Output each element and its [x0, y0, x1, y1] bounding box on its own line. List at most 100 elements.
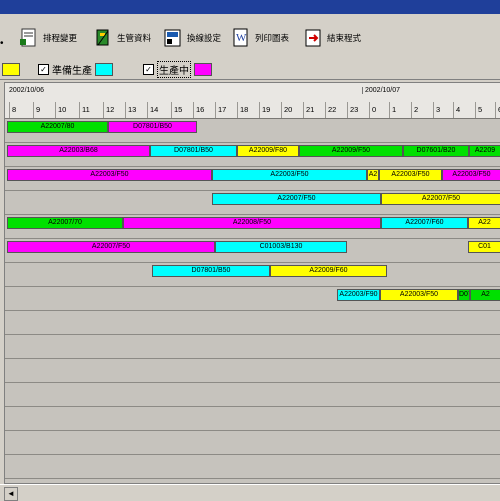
machine-row: A22003/F90A22003/F50D07A2 — [5, 286, 500, 311]
machine-row — [5, 430, 500, 455]
changeover-settings-label: 換線設定 — [187, 33, 222, 43]
changeover-settings-button[interactable]: 換線設定 — [158, 22, 226, 54]
producing-checkbox[interactable]: ✓ — [143, 63, 154, 75]
job-bar[interactable]: A22009/F80 — [237, 145, 299, 157]
svg-text:W: W — [236, 32, 247, 44]
production-data-label: 生管資料 — [117, 33, 152, 43]
job-bar[interactable]: A22009/F60 — [270, 265, 387, 277]
machine-row: A22007/80 D07801/B50 — [5, 118, 500, 143]
job-bar[interactable]: A2209 — [469, 145, 500, 157]
toolbar-grip: • — [0, 38, 4, 49]
legend-item-producing[interactable]: ✓ 生產中 — [143, 60, 212, 78]
job-bar[interactable]: C01 — [468, 241, 500, 253]
job-bar[interactable]: A22007/70 — [7, 217, 123, 229]
hour-tick-label: 15 — [171, 102, 193, 118]
print-chart-label: 列印圖表 — [255, 33, 290, 43]
legend-item-preparing[interactable]: ✓ 準備生產 — [38, 62, 113, 77]
machine-row: A22007/F50 A22007/F50 — [5, 190, 500, 215]
job-bar[interactable]: A2 — [470, 289, 500, 301]
exit-program-icon — [303, 27, 323, 49]
hour-tick-label: 23 — [347, 102, 369, 118]
producing-label: 生產中 — [157, 60, 191, 78]
exit-program-label: 結束程式 — [327, 33, 362, 43]
hour-tick-label: 0 — [369, 102, 389, 118]
exit-program-button[interactable]: 結束程式 — [298, 22, 366, 54]
date-label: 2002/10/06 — [9, 87, 45, 94]
preparing-color-swatch — [95, 62, 113, 76]
producing-color-swatch — [194, 62, 212, 76]
job-bar[interactable]: D07801/B50 — [108, 121, 197, 133]
hour-tick-label: 2 — [411, 102, 433, 118]
job-bar[interactable]: A22003/F50 — [379, 169, 442, 181]
schedule-change-icon — [19, 27, 39, 49]
gantt-chart: 2002/10/06 2002/10/07 8 9 10 11 12 13 14 15 16 17… — [4, 82, 500, 484]
hour-tick-label: 16 — [193, 102, 215, 118]
job-bar[interactable]: A22003/F50 — [212, 169, 367, 181]
job-bar[interactable]: A22003/F50 — [7, 169, 212, 181]
print-chart-button[interactable]: W 列印圖表 — [226, 22, 294, 54]
hour-tick-label: 4 — [453, 102, 475, 118]
print-chart-icon: W — [231, 27, 251, 49]
job-bar[interactable]: A22007/F50 — [212, 193, 381, 205]
job-bar[interactable]: C01003/B130 — [215, 241, 347, 253]
machine-row — [5, 454, 500, 479]
toolbar: • 排程變更 生管資料 換線設定 W 列印圖表 結束程式 — [0, 14, 500, 63]
pending-color-swatch — [2, 62, 20, 76]
job-bar[interactable]: A22003/B68 — [7, 145, 150, 157]
machine-row: A22003/F50 A22003/F50 A2 A22003/F50 A22003/F… — [5, 166, 500, 191]
hour-tick-label: 3 — [433, 102, 453, 118]
hour-header: 8910111213141516171819202122230123456 — [5, 102, 500, 119]
hour-tick-label: 14 — [147, 102, 171, 118]
job-bar[interactable]: A22 — [468, 217, 500, 229]
machine-row — [5, 334, 500, 359]
legend-item-pending[interactable] — [2, 62, 20, 76]
preparing-checkbox[interactable]: ✓ — [38, 63, 49, 75]
hour-tick-label: 13 — [125, 102, 147, 118]
hour-tick-label: 9 — [33, 102, 55, 118]
window-title-bar — [0, 0, 500, 14]
machine-row — [5, 358, 500, 383]
hour-tick-label: 11 — [79, 102, 103, 118]
job-bar[interactable]: A22003/F90 — [337, 289, 380, 301]
machine-row — [5, 406, 500, 431]
production-data-icon — [93, 27, 113, 49]
hour-tick-label: 20 — [281, 102, 303, 118]
status-legend: ✓ 準備生產 ✓ 生產中 — [0, 59, 500, 80]
hour-tick-label: 18 — [237, 102, 259, 118]
hour-tick-label: 21 — [303, 102, 325, 118]
job-bar[interactable]: A2 — [367, 169, 379, 181]
job-bar[interactable]: A22007/80 — [7, 121, 108, 133]
machine-row: A22007/F50 C01003/B130 C01 — [5, 238, 500, 263]
hour-tick-label: 5 — [475, 102, 495, 118]
hour-tick-label: 1 — [389, 102, 411, 118]
job-bar[interactable]: A22007/F50 — [381, 193, 500, 205]
hour-tick-label: 19 — [259, 102, 281, 118]
job-bar[interactable]: A22008/F50 — [123, 217, 381, 229]
status-bar: ◄ — [0, 484, 500, 501]
scroll-left-button[interactable]: ◄ — [4, 487, 18, 501]
changeover-settings-icon — [163, 27, 183, 49]
job-bar[interactable]: D07801/B50 — [152, 265, 270, 277]
job-bar[interactable]: A22009/F50 — [299, 145, 403, 157]
job-bar[interactable]: A22007/F50 — [7, 241, 215, 253]
job-bar[interactable]: A22003/F50 — [380, 289, 458, 301]
schedule-change-label: 排程變更 — [43, 33, 78, 43]
hour-tick-label: 22 — [325, 102, 347, 118]
machine-row — [5, 382, 500, 407]
preparing-label: 準備生產 — [52, 65, 92, 77]
date-header: 2002/10/06 2002/10/07 — [5, 83, 500, 103]
hour-tick-label: 6 — [495, 102, 500, 118]
job-bar[interactable]: A22003/F50 — [442, 169, 500, 181]
machine-row: D07801/B50 A22009/F60 — [5, 262, 500, 287]
hour-tick-label: 12 — [103, 102, 125, 118]
production-data-button[interactable]: 生管資料 — [88, 22, 156, 54]
machine-row: A22007/70 A22008/F50 A22007/F60 A22 — [5, 214, 500, 239]
job-bar[interactable]: D07801/B50 — [150, 145, 237, 157]
job-bar[interactable]: D07 — [458, 289, 470, 301]
hour-tick-label: 10 — [55, 102, 79, 118]
job-bar[interactable]: A22007/F60 — [381, 217, 468, 229]
date-label: 2002/10/07 — [362, 87, 400, 94]
job-bar[interactable]: D07601/B20 — [403, 145, 469, 157]
hour-tick-label: 8 — [9, 102, 33, 118]
schedule-change-button[interactable]: 排程變更 — [14, 22, 82, 54]
